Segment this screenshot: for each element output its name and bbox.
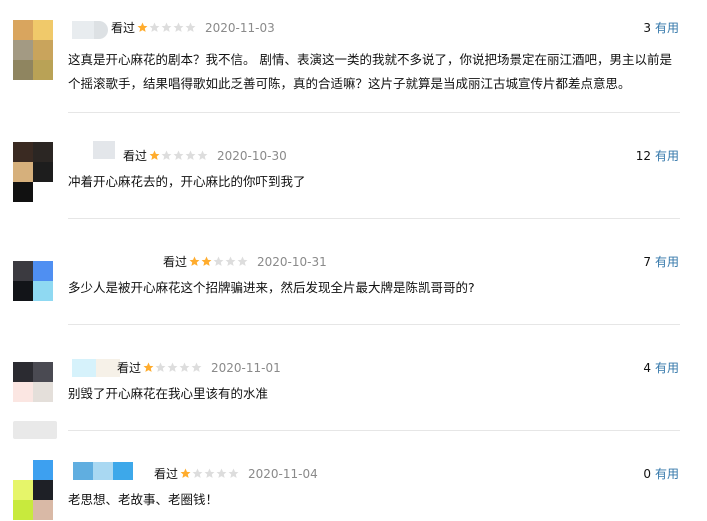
username[interactable] — [73, 462, 133, 480]
vote-count: 3 — [643, 21, 651, 35]
rating-stars — [189, 253, 249, 273]
star-icon — [213, 256, 224, 266]
vote-count: 4 — [643, 361, 651, 375]
helpful-button[interactable]: 有用 — [655, 149, 679, 163]
helpful-button[interactable]: 有用 — [655, 361, 679, 375]
star-icon — [237, 256, 248, 266]
star-icon — [179, 362, 190, 372]
rating-stars — [149, 147, 209, 167]
helpful-votes: 4 有用 — [643, 358, 679, 378]
avatar-lower — [13, 60, 53, 80]
review-date: 2020-11-01 — [211, 361, 281, 375]
helpful-button[interactable]: 有用 — [655, 21, 679, 35]
star-icon — [185, 22, 196, 32]
rating-stars — [180, 465, 240, 485]
star-icon — [167, 362, 178, 372]
review-meta: 看过 2020-11-03 — [111, 18, 275, 38]
star-icon — [225, 256, 236, 266]
star-icon — [180, 468, 191, 478]
divider — [68, 430, 680, 431]
star-icon — [185, 150, 196, 160]
divider — [68, 218, 680, 219]
star-icon — [228, 468, 239, 478]
star-icon — [204, 468, 215, 478]
helpful-votes: 12 有用 — [636, 146, 679, 166]
avatar-placeholder — [13, 421, 57, 439]
review-date: 2020-10-30 — [217, 149, 287, 163]
username[interactable] — [72, 21, 108, 39]
star-icon — [173, 22, 184, 32]
watched-label: 看过 — [117, 361, 142, 375]
star-icon — [201, 256, 212, 266]
avatar[interactable] — [13, 20, 53, 60]
divider — [68, 324, 680, 325]
avatar[interactable] — [13, 142, 53, 202]
vote-count: 7 — [643, 255, 651, 269]
username[interactable] — [72, 359, 120, 377]
username[interactable] — [93, 141, 115, 159]
rating-stars — [137, 19, 197, 39]
review-date: 2020-11-04 — [248, 467, 318, 481]
review-text: 冲着开心麻花去的，开心麻比的你吓到我了 — [68, 174, 306, 189]
avatar[interactable] — [13, 460, 53, 520]
watched-label: 看过 — [154, 467, 179, 481]
star-icon — [191, 362, 202, 372]
rating-stars — [143, 359, 203, 379]
avatar[interactable] — [13, 362, 53, 402]
star-icon — [161, 150, 172, 160]
review-meta: 看过 2020-10-30 — [123, 146, 287, 166]
avatar[interactable] — [13, 261, 53, 301]
watched-label: 看过 — [111, 21, 136, 35]
star-icon — [155, 362, 166, 372]
star-icon — [173, 150, 184, 160]
watched-label: 看过 — [163, 255, 188, 269]
star-icon — [192, 468, 203, 478]
star-icon — [149, 22, 160, 32]
review-text: 多少人是被开心麻花这个招牌骗进来，然后发现全片最大牌是陈凯哥哥的? — [68, 280, 475, 295]
star-icon — [189, 256, 200, 266]
review-meta: 看过 2020-11-04 — [154, 464, 318, 484]
star-icon — [216, 468, 227, 478]
helpful-button[interactable]: 有用 — [655, 255, 679, 269]
helpful-button[interactable]: 有用 — [655, 467, 679, 481]
helpful-votes: 3 有用 — [643, 18, 679, 38]
star-icon — [197, 150, 208, 160]
review-meta: 看过 2020-10-31 — [163, 252, 327, 272]
star-icon — [161, 22, 172, 32]
review-date: 2020-11-03 — [205, 21, 275, 35]
review-text: 这真是开心麻花的剧本？我不信。 剧情、表演这一类的我就不多说了，你说把场景定在丽… — [68, 52, 672, 91]
helpful-votes: 0 有用 — [643, 464, 679, 484]
star-icon — [137, 22, 148, 32]
star-icon — [149, 150, 160, 160]
review-text: 老思想、老故事、老圈钱！ — [68, 492, 219, 507]
watched-label: 看过 — [123, 149, 148, 163]
review-date: 2020-10-31 — [257, 255, 327, 269]
vote-count: 0 — [643, 467, 651, 481]
helpful-votes: 7 有用 — [643, 252, 679, 272]
review-text: 别毁了开心麻花在我心里该有的水准 — [68, 386, 269, 401]
star-icon — [143, 362, 154, 372]
vote-count: 12 — [635, 149, 651, 163]
divider — [68, 112, 680, 113]
review-meta: 看过 2020-11-01 — [117, 358, 281, 378]
